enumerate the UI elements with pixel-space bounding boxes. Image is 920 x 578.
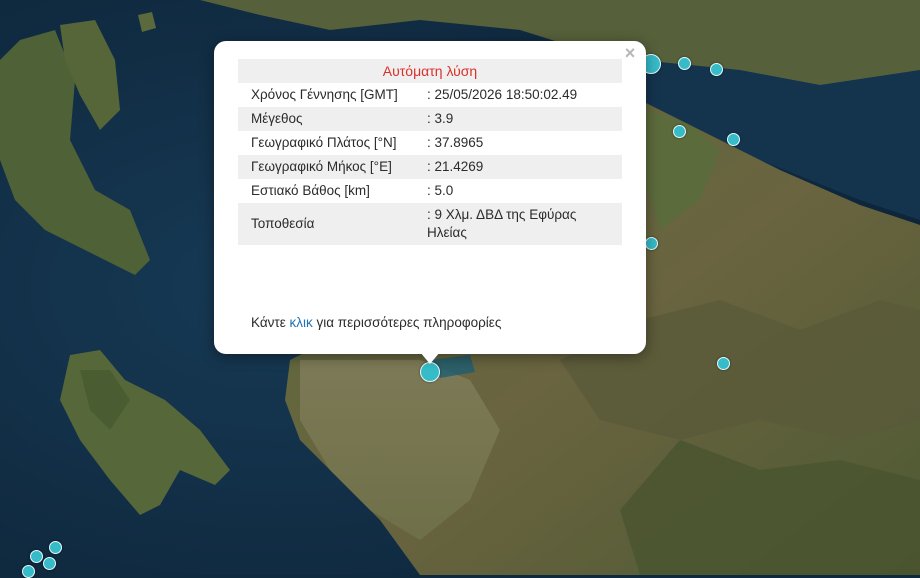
earthquake-marker[interactable] bbox=[49, 541, 62, 554]
earthquake-info-table: Αυτόματη λύση Χρόνος Γέννησης [GMT] : 25… bbox=[238, 59, 622, 245]
info-value: : 37.8965 bbox=[427, 135, 484, 150]
earthquake-marker[interactable] bbox=[645, 237, 658, 250]
earthquake-info-popup: × Αυτόματη λύση Χρόνος Γέννησης [GMT] : … bbox=[214, 41, 646, 354]
earthquake-marker[interactable] bbox=[678, 57, 691, 70]
popup-title: Αυτόματη λύση bbox=[238, 59, 622, 83]
info-label: Εστιακό Βάθος [km] bbox=[251, 183, 370, 198]
popup-footer: Κάντε κλικ για περισσότερες πληροφορίες bbox=[251, 315, 501, 330]
info-value: : 21.4269 bbox=[409, 155, 622, 179]
selected-earthquake-marker[interactable] bbox=[420, 362, 440, 382]
info-label: Γεωγραφικό Μήκος [°E] bbox=[238, 155, 409, 179]
popup-title-row: Αυτόματη λύση bbox=[238, 59, 622, 83]
footer-text-before: Κάντε bbox=[251, 315, 290, 330]
info-row: Μέγεθος : 3.9 bbox=[238, 107, 622, 131]
earthquake-marker[interactable] bbox=[710, 63, 723, 76]
info-label: Γεωγραφικό Πλάτος [°N] bbox=[251, 135, 397, 150]
info-value: : 9 Χλμ. ΔΒΔ της Εφύρας Ηλείας bbox=[409, 203, 622, 245]
info-value: : 25/05/2026 18:50:02.49 bbox=[427, 87, 578, 102]
earthquake-marker[interactable] bbox=[727, 133, 740, 146]
earthquake-marker[interactable] bbox=[717, 357, 730, 370]
earthquake-marker[interactable] bbox=[22, 565, 35, 578]
popup-tip bbox=[420, 352, 440, 364]
info-label: Μέγεθος bbox=[238, 107, 409, 131]
info-row: Τοποθεσία : 9 Χλμ. ΔΒΔ της Εφύρας Ηλείας bbox=[238, 203, 622, 245]
earthquake-marker[interactable] bbox=[43, 557, 56, 570]
info-value: : 5.0 bbox=[427, 183, 454, 198]
info-row: Εστιακό Βάθος [km] : 5.0 bbox=[238, 179, 622, 203]
info-value: : 3.9 bbox=[409, 107, 622, 131]
info-label: Χρόνος Γέννησης [GMT] bbox=[251, 87, 398, 102]
more-info-link[interactable]: κλικ bbox=[290, 315, 313, 330]
info-label: Τοποθεσία bbox=[238, 203, 409, 245]
earthquake-marker[interactable] bbox=[673, 125, 686, 138]
info-row: Γεωγραφικό Πλάτος [°N] : 37.8965 bbox=[238, 131, 622, 155]
info-row: Γεωγραφικό Μήκος [°E] : 21.4269 bbox=[238, 155, 622, 179]
info-row: Χρόνος Γέννησης [GMT] : 25/05/2026 18:50… bbox=[238, 83, 622, 107]
footer-text-after: για περισσότερες πληροφορίες bbox=[312, 315, 502, 330]
close-icon[interactable]: × bbox=[620, 43, 640, 63]
earthquake-marker[interactable] bbox=[30, 550, 43, 563]
